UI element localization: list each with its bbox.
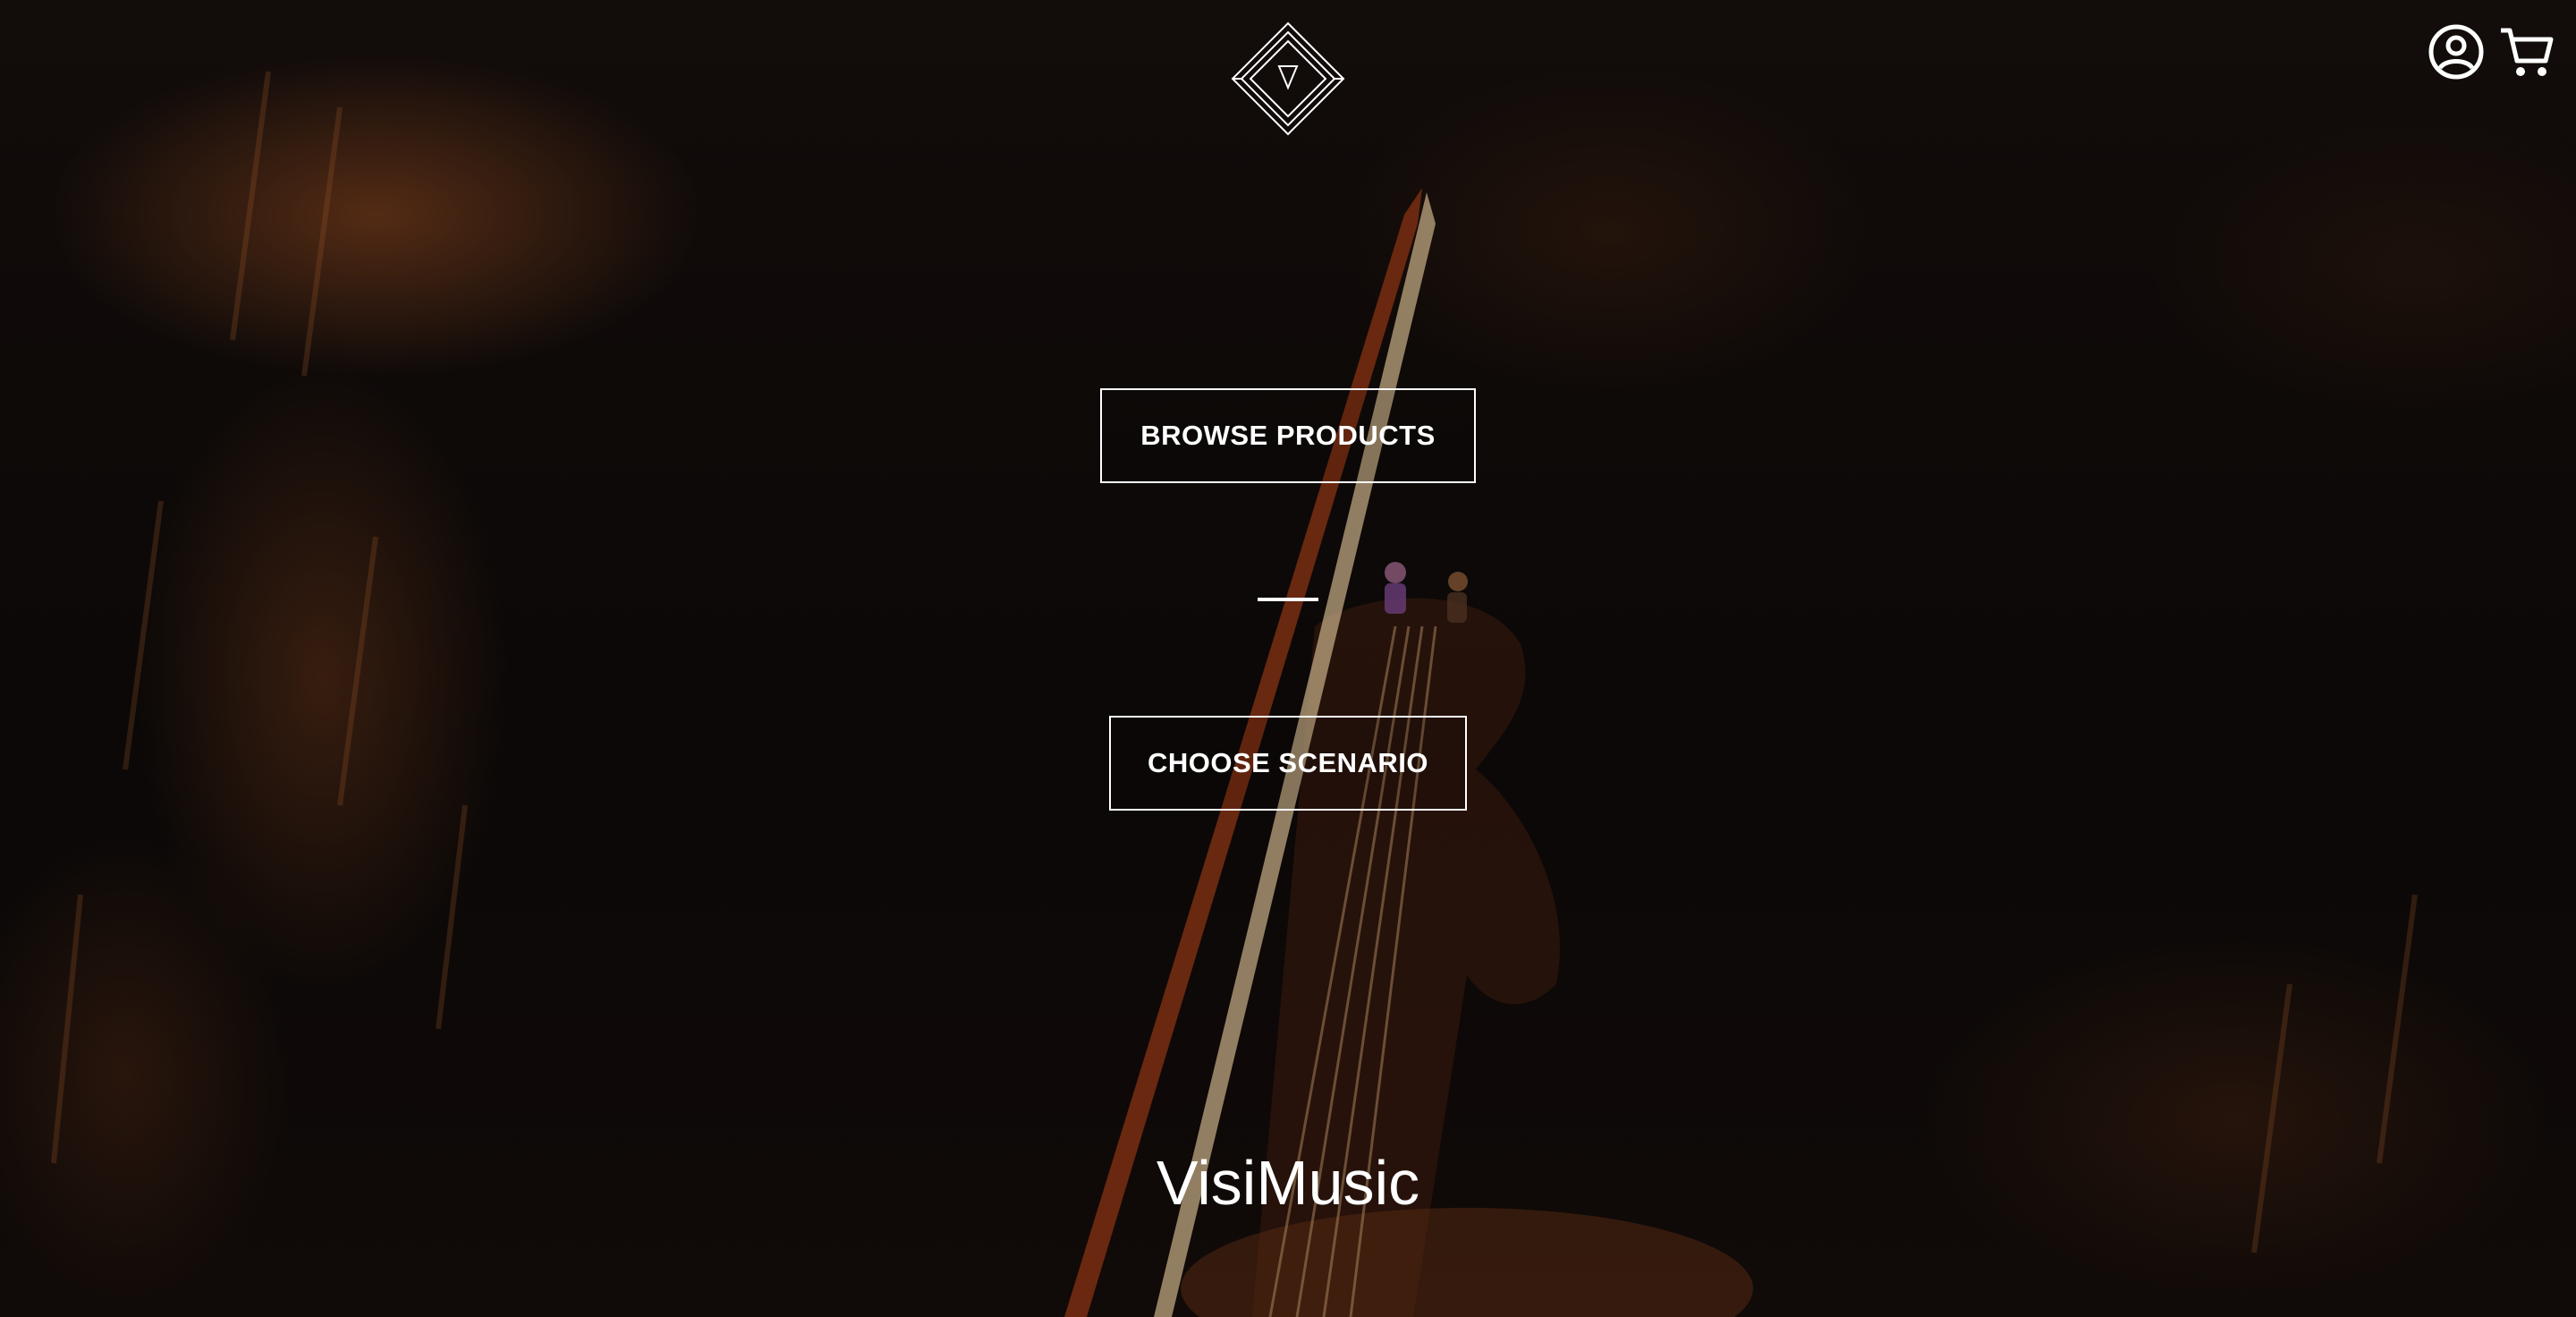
header-icons <box>2426 21 2556 82</box>
choose-scenario-button[interactable]: CHOOSE SCENARIO <box>1109 716 1467 811</box>
brand-title: VisiMusic <box>1156 1148 1420 1218</box>
shopping-cart-icon[interactable] <box>2496 21 2556 82</box>
divider <box>1258 598 1318 601</box>
site-logo-icon[interactable] <box>1229 20 1347 138</box>
violin-background-image <box>51 71 2418 1317</box>
hero-section: BROWSE PRODUCTS CHOOSE SCENARIO VisiMusi… <box>0 0 2576 1317</box>
user-account-icon[interactable] <box>2426 21 2487 82</box>
browse-products-button[interactable]: BROWSE PRODUCTS <box>1100 388 1476 483</box>
